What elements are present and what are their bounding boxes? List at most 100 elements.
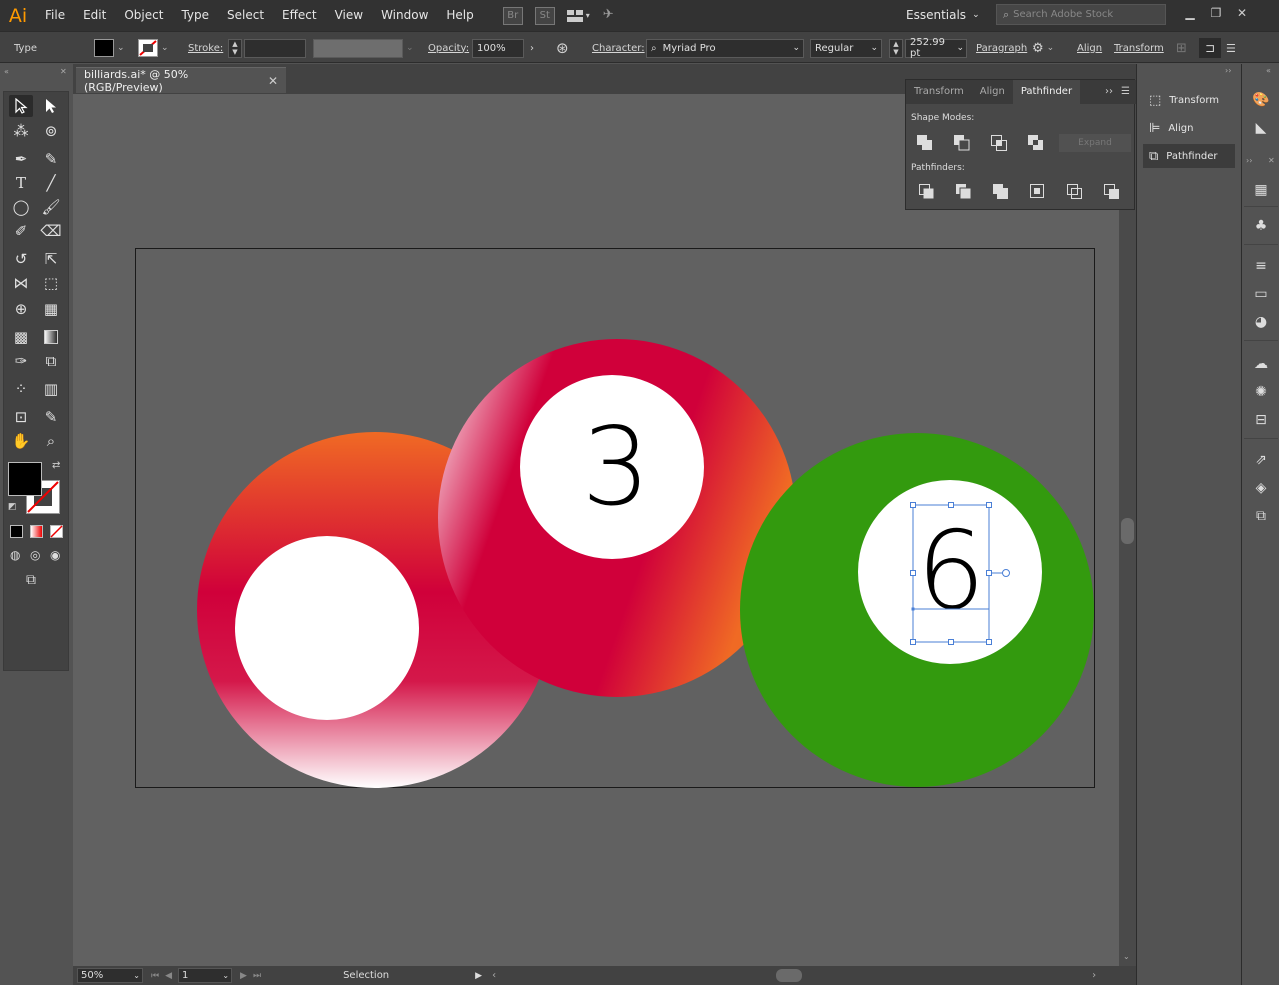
tab-transform[interactable]: Transform xyxy=(906,80,972,104)
artboard-number-field[interactable]: 1 ⌄ xyxy=(178,968,233,983)
divide-icon[interactable] xyxy=(918,183,936,201)
bridge-button[interactable]: Br xyxy=(502,6,523,25)
font-family-field[interactable]: ⌕ Myriad Pro ⌄ xyxy=(646,38,804,58)
outline-icon[interactable] xyxy=(1066,183,1084,201)
gradient-panel-icon[interactable]: ▭ xyxy=(1251,284,1271,304)
vertical-scrollbar[interactable]: ⌄ xyxy=(1119,94,1136,966)
column-graph-tool-icon[interactable]: ▥ xyxy=(39,378,63,400)
expand-button[interactable]: Expand xyxy=(1059,134,1131,152)
paragraph-label[interactable]: Paragraph xyxy=(976,43,1027,54)
dock-item-align[interactable]: ⊫ Align xyxy=(1143,116,1235,140)
perspective-grid-tool-icon[interactable]: ▦ xyxy=(39,298,63,320)
recolor-artwork-icon[interactable]: ⊛ xyxy=(556,32,569,64)
dock-item-pathfinder[interactable]: ⧉ Pathfinder xyxy=(1143,144,1235,168)
minus-back-icon[interactable] xyxy=(1103,183,1121,201)
document-tab[interactable]: billiards.ai* @ 50% (RGB/Preview) ✕ xyxy=(76,67,286,94)
intersect-icon[interactable] xyxy=(990,134,1008,152)
menu-file[interactable]: File xyxy=(36,0,74,31)
line-segment-tool-icon[interactable]: ╱ xyxy=(39,172,63,194)
menu-select[interactable]: Select xyxy=(218,0,273,31)
lasso-tool-icon[interactable]: ⊚ xyxy=(39,120,63,142)
close-icon[interactable]: ✕ xyxy=(268,74,278,88)
shaper-tool-icon[interactable]: ✐ xyxy=(9,220,33,242)
panel-menu-icon[interactable]: ☰ xyxy=(1226,32,1236,64)
close-icon[interactable]: ✕ xyxy=(1268,156,1275,165)
collapse-dock-icon[interactable]: « xyxy=(1266,66,1271,75)
gpu-performance-icon[interactable]: ✈ xyxy=(603,7,623,25)
variable-width-profile[interactable]: ⌄ xyxy=(313,32,414,64)
type-tool-icon[interactable]: T xyxy=(9,172,33,194)
hand-tool-icon[interactable]: ✋ xyxy=(9,430,33,452)
menu-effect[interactable]: Effect xyxy=(273,0,326,31)
collapse-panel-icon[interactable]: « xyxy=(4,67,9,76)
export-icon[interactable]: ⇗ xyxy=(1251,450,1271,470)
stroke-panel-icon[interactable]: ≡ xyxy=(1251,256,1271,276)
artboards-icon[interactable]: ⧉ xyxy=(1251,506,1271,526)
layers-icon[interactable]: ◈ xyxy=(1251,478,1271,498)
panel-menu-icon[interactable]: ☰ xyxy=(1121,80,1130,104)
gradient-tool-icon[interactable] xyxy=(39,326,63,348)
first-artboard-icon[interactable]: ⏮ xyxy=(151,971,159,981)
last-artboard-icon[interactable]: ⏭ xyxy=(253,971,261,981)
menu-help[interactable]: Help xyxy=(437,0,482,31)
minimize-button[interactable]: ▁ xyxy=(1177,3,1203,23)
tab-align[interactable]: Align xyxy=(972,80,1013,104)
fill-swatch[interactable]: ⌄ xyxy=(94,32,125,64)
mesh-tool-icon[interactable]: ▩ xyxy=(9,326,33,348)
pen-tool-icon[interactable]: ✒ xyxy=(9,148,33,170)
next-artboard-icon[interactable]: ▶ xyxy=(240,971,247,981)
slice-tool-icon[interactable]: ✎ xyxy=(39,406,63,428)
merge-icon[interactable] xyxy=(992,183,1010,201)
minus-front-icon[interactable] xyxy=(953,134,971,152)
eraser-tool-icon[interactable]: ⌫ xyxy=(39,220,63,242)
unite-icon[interactable] xyxy=(916,134,934,152)
direct-selection-tool-icon[interactable] xyxy=(39,95,63,117)
trim-icon[interactable] xyxy=(955,183,973,201)
crop-icon[interactable] xyxy=(1029,183,1047,201)
stroke-label[interactable]: Stroke: xyxy=(188,43,223,54)
stroke-weight-field[interactable]: ▲ ▼ xyxy=(228,32,306,64)
draw-inside-icon[interactable]: ◉ xyxy=(50,548,60,562)
menu-window[interactable]: Window xyxy=(372,0,437,31)
libraries-icon[interactable]: ☁ xyxy=(1251,354,1271,374)
shape-builder-tool-icon[interactable]: ⊕ xyxy=(9,298,33,320)
opacity-field[interactable]: 100% xyxy=(472,38,524,58)
exclude-icon[interactable] xyxy=(1027,134,1045,152)
magic-wand-tool-icon[interactable]: ⁂ xyxy=(9,120,33,142)
swap-fill-stroke-icon[interactable]: ⇄ xyxy=(52,460,60,471)
menu-edit[interactable]: Edit xyxy=(74,0,115,31)
font-size-field[interactable]: 252.99 pt ⌄ xyxy=(905,37,967,59)
draw-behind-icon[interactable]: ◎ xyxy=(30,548,40,562)
none-mode-button[interactable] xyxy=(50,525,63,538)
horizontal-scroll-thumb[interactable] xyxy=(776,969,803,982)
canvas[interactable]: 3 6 xyxy=(73,94,1119,966)
color-icon[interactable]: 🎨 xyxy=(1251,90,1271,110)
stroke-swatch[interactable]: ⌄ xyxy=(138,32,169,64)
expand-panel-icon[interactable]: ›› xyxy=(1105,80,1113,104)
transform-label[interactable]: Transform xyxy=(1114,43,1164,54)
paintbrush-tool-icon[interactable]: 🖌 xyxy=(39,196,63,218)
menu-object[interactable]: Object xyxy=(115,0,172,31)
curvature-tool-icon[interactable]: ✎ xyxy=(39,148,63,170)
gradient-mode-button[interactable] xyxy=(30,525,43,538)
appearance-icon[interactable]: ✺ xyxy=(1251,382,1271,402)
character-label[interactable]: Character: xyxy=(592,43,645,54)
zoom-field[interactable]: 50% ⌄ xyxy=(77,968,143,983)
transparency-icon[interactable]: ◕ xyxy=(1251,312,1271,332)
artboard-tool-icon[interactable]: ⊡ xyxy=(9,406,33,428)
scroll-left-icon[interactable]: ‹ xyxy=(492,970,496,981)
ball-1-number-circle[interactable] xyxy=(235,536,419,720)
chevron-right-icon[interactable]: › xyxy=(530,43,534,54)
fill-color-box[interactable] xyxy=(8,462,42,496)
previous-artboard-icon[interactable]: ◀ xyxy=(165,971,172,981)
tab-pathfinder[interactable]: Pathfinder xyxy=(1012,80,1081,104)
ball-3-number[interactable]: 3 xyxy=(582,405,651,530)
symbol-sprayer-tool-icon[interactable]: ⁘ xyxy=(9,378,33,400)
stock-button[interactable]: St xyxy=(534,6,555,25)
stock-search-input[interactable]: ⌕ Search Adobe Stock xyxy=(996,4,1166,25)
opacity-label[interactable]: Opacity: xyxy=(428,43,469,54)
scroll-right-icon[interactable]: › xyxy=(1092,970,1096,981)
menu-type[interactable]: Type xyxy=(172,0,218,31)
menu-view[interactable]: View xyxy=(326,0,372,31)
font-size-stepper[interactable]: ▲ ▼ xyxy=(889,38,903,58)
